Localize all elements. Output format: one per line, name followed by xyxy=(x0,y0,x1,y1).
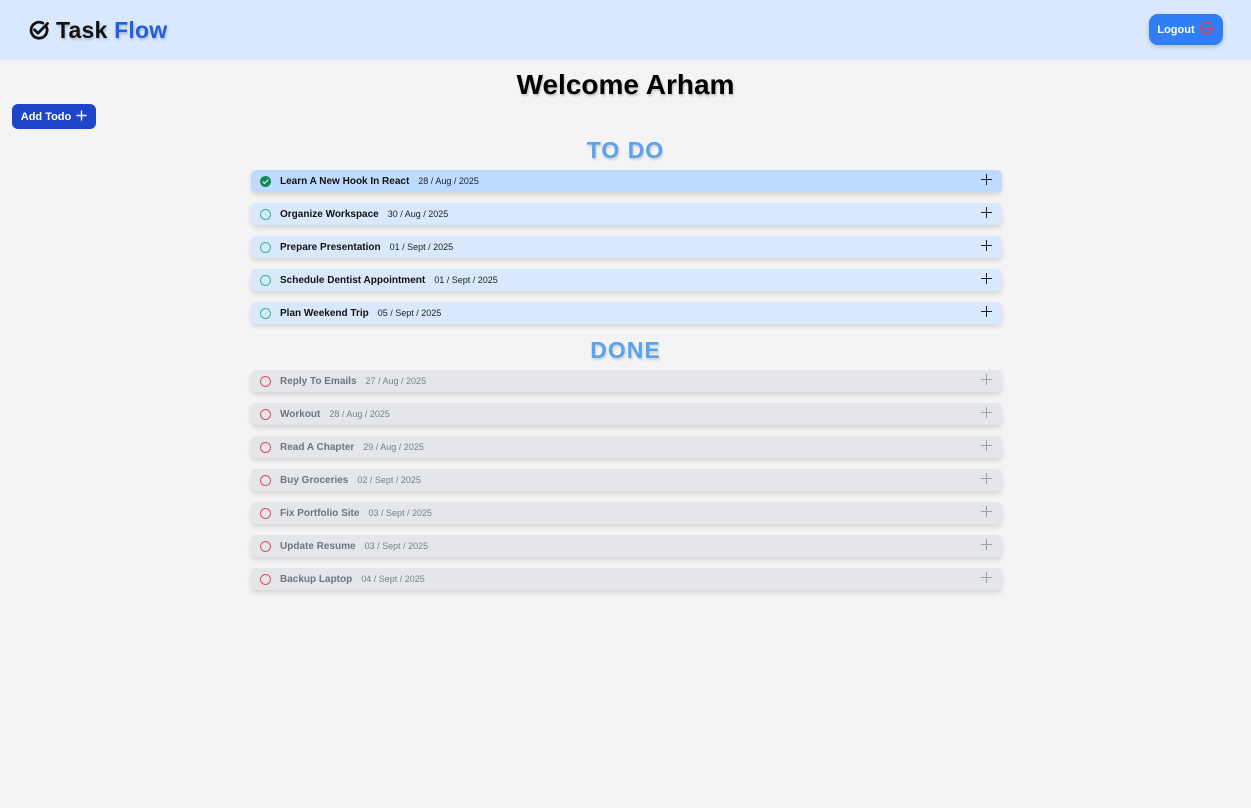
logout-button[interactable]: Logout xyxy=(1149,14,1223,45)
circle-checkbox-icon[interactable] xyxy=(260,474,271,486)
checked-circle-icon[interactable] xyxy=(260,175,271,187)
circle-checkbox-icon[interactable] xyxy=(260,540,271,552)
item-date: 28 / Aug / 2025 xyxy=(418,176,479,186)
item-title: Fix Portfolio Site xyxy=(280,507,360,519)
circle-checkbox-icon[interactable] xyxy=(260,573,271,585)
circle-checkbox-icon[interactable] xyxy=(260,274,271,286)
item-date: 05 / Sept / 2025 xyxy=(377,308,442,318)
circle-checkbox-icon[interactable] xyxy=(260,507,271,519)
top-bar: Task Flow Logout xyxy=(0,0,1251,60)
done-item[interactable]: Backup Laptop 04 / Sept / 2025 xyxy=(251,568,1002,590)
logout-label: Logout xyxy=(1157,23,1195,36)
item-title: Update Resume xyxy=(280,540,356,552)
todo-item[interactable]: Prepare Presentation 01 / Sept / 2025 xyxy=(251,236,1002,258)
item-title: Schedule Dentist Appointment xyxy=(280,274,426,286)
item-date: 27 / Aug / 2025 xyxy=(365,376,427,386)
circle-checkbox-icon[interactable] xyxy=(260,375,271,387)
expand-plus-icon[interactable] xyxy=(981,306,992,317)
item-date: 03 / Sept / 2025 xyxy=(364,541,429,551)
circle-checkbox-icon[interactable] xyxy=(260,241,271,253)
circle-checkbox-icon[interactable] xyxy=(260,307,271,319)
circle-checkbox-icon[interactable] xyxy=(260,208,271,220)
item-date: 04 / Sept / 2025 xyxy=(361,574,425,584)
done-item[interactable]: Fix Portfolio Site 03 / Sept / 2025 xyxy=(251,502,1002,524)
welcome-heading: Welcome Arham xyxy=(516,69,735,100)
expand-plus-icon[interactable] xyxy=(981,473,992,484)
expand-plus-icon[interactable] xyxy=(981,539,992,550)
item-title: Read A Chapter xyxy=(280,441,355,453)
done-item[interactable]: Update Resume 03 / Sept / 2025 xyxy=(251,535,1002,557)
todo-item[interactable]: Organize Workspace 30 / Aug / 2025 xyxy=(251,203,1002,225)
item-title: Reply To Emails xyxy=(280,375,357,387)
done-item[interactable]: Workout 28 / Aug / 2025 xyxy=(251,403,1002,425)
add-todo-label: Add Todo xyxy=(20,110,72,123)
logout-icon xyxy=(1199,20,1215,39)
done-section-title: DONE xyxy=(590,337,661,363)
brand-logo[interactable]: Task Flow xyxy=(28,16,167,44)
item-title: Learn A New Hook In React xyxy=(280,175,410,187)
done-list: Reply To Emails 27 / Aug / 2025 Workout 28 … xyxy=(251,370,1002,601)
item-title: Workout xyxy=(280,408,321,420)
todo-item[interactable]: Schedule Dentist Appointment 01 / Sept / … xyxy=(251,269,1002,291)
expand-plus-icon[interactable] xyxy=(981,240,992,251)
item-date: 30 / Aug / 2025 xyxy=(387,209,449,219)
circle-checkbox-icon[interactable] xyxy=(260,441,271,453)
item-title: Plan Weekend Trip xyxy=(280,307,369,319)
item-title: Buy Groceries xyxy=(280,474,349,486)
item-date: 29 / Aug / 2025 xyxy=(363,442,424,452)
expand-plus-icon[interactable] xyxy=(981,572,992,583)
todo-item[interactable]: Plan Weekend Trip 05 / Sept / 2025 xyxy=(251,302,1002,324)
check-circle-icon xyxy=(28,19,50,41)
todo-section-title: TO DO xyxy=(586,137,665,163)
item-date: 01 / Sept / 2025 xyxy=(434,275,498,285)
expand-plus-icon[interactable] xyxy=(981,506,992,517)
circle-checkbox-icon[interactable] xyxy=(260,408,271,420)
todo-item[interactable]: Learn A New Hook In React 28 / Aug / 2025 xyxy=(251,170,1002,192)
expand-plus-icon[interactable] xyxy=(981,374,992,385)
item-date: 03 / Sept / 2025 xyxy=(368,508,433,518)
item-title: Backup Laptop xyxy=(280,573,353,585)
expand-plus-icon[interactable] xyxy=(981,407,992,418)
plus-icon xyxy=(76,110,87,124)
done-item[interactable]: Reply To Emails 27 / Aug / 2025 xyxy=(251,370,1002,392)
brand-name: Task xyxy=(56,16,108,43)
item-date: 28 / Aug / 2025 xyxy=(329,409,390,419)
brand-name-accent: Flow xyxy=(114,16,168,43)
expand-plus-icon[interactable] xyxy=(981,207,992,218)
item-title: Prepare Presentation xyxy=(280,241,381,253)
item-title: Organize Workspace xyxy=(280,208,379,220)
done-item[interactable]: Read A Chapter 29 / Aug / 2025 xyxy=(251,436,1002,458)
done-item[interactable]: Buy Groceries 02 / Sept / 2025 xyxy=(251,469,1002,491)
expand-plus-icon[interactable] xyxy=(981,273,992,284)
expand-plus-icon[interactable] xyxy=(981,174,992,185)
add-todo-button[interactable]: Add Todo xyxy=(12,104,96,129)
todo-list: Learn A New Hook In React 28 / Aug / 2025… xyxy=(251,170,1002,335)
item-date: 01 / Sept / 2025 xyxy=(389,242,454,252)
item-date: 02 / Sept / 2025 xyxy=(357,475,421,485)
expand-plus-icon[interactable] xyxy=(981,440,992,451)
